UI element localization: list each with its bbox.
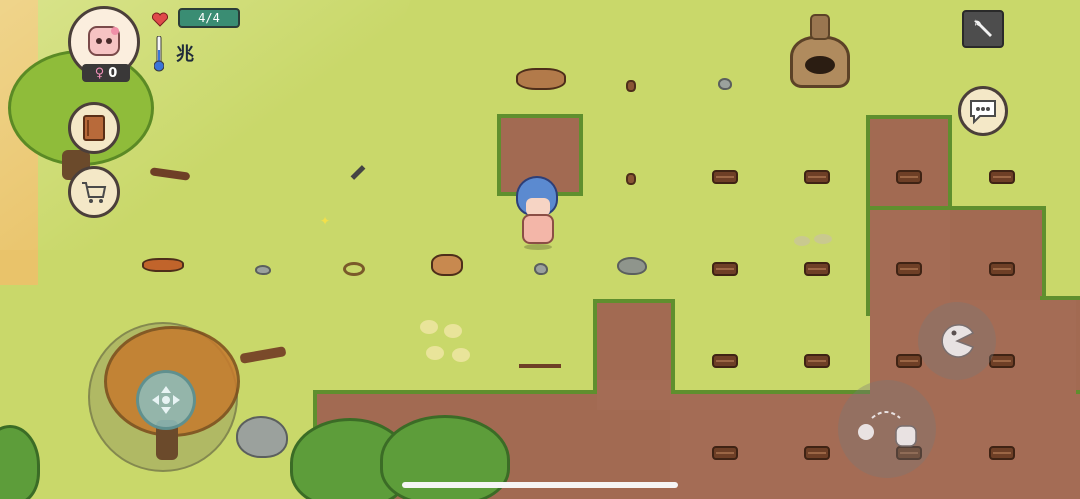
eat-mouth-icon (941, 324, 975, 358)
journal-book-icon (83, 115, 105, 141)
throw-hand-icon (858, 411, 917, 447)
female-count-badge: ♀ 0 (82, 64, 130, 82)
shopping-cart-icon (82, 182, 107, 203)
temperature-text: 兆 (176, 44, 194, 65)
journal-button[interactable] (68, 102, 120, 154)
health-bar: 4/4 (178, 8, 240, 28)
player-character[interactable] (512, 176, 562, 252)
character-portrait-icon (88, 26, 120, 56)
pebble[interactable] (718, 78, 732, 90)
plot[interactable] (896, 170, 922, 184)
plot[interactable] (712, 262, 738, 276)
plot[interactable] (989, 170, 1015, 184)
shop-button[interactable] (68, 166, 120, 218)
wrench-icon (974, 19, 992, 37)
joystick-thumb[interactable] (136, 370, 196, 430)
stick[interactable] (519, 364, 561, 368)
dirt-fill (597, 380, 671, 410)
speech-bubble-icon (970, 100, 996, 125)
dpad-icon (152, 386, 180, 414)
leaf-pile[interactable] (142, 258, 184, 272)
well-pump (810, 14, 830, 40)
plot[interactable] (989, 446, 1015, 460)
plot[interactable] (712, 354, 738, 368)
stone-slab[interactable] (617, 257, 647, 275)
female-count: 0 (108, 65, 118, 81)
boulder[interactable] (236, 416, 288, 458)
butterfly-icon[interactable]: ✦ (320, 214, 330, 228)
pebble[interactable] (255, 265, 271, 275)
interact-button[interactable] (838, 380, 936, 478)
health-text: 4/4 (198, 11, 220, 25)
plot[interactable] (712, 170, 738, 184)
heart-icon (152, 12, 168, 28)
branch[interactable] (239, 346, 287, 364)
eat-button[interactable] (918, 302, 996, 380)
plot[interactable] (989, 262, 1015, 276)
plot[interactable] (804, 354, 830, 368)
basket[interactable] (431, 254, 463, 276)
dirt-fill (870, 210, 950, 310)
plot[interactable] (804, 170, 830, 184)
well-opening (805, 56, 835, 74)
plot[interactable] (896, 262, 922, 276)
settings-button[interactable] (962, 10, 1004, 48)
hammer-tool[interactable] (350, 165, 366, 180)
branch[interactable] (149, 167, 191, 181)
home-indicator[interactable] (402, 482, 678, 488)
nest[interactable] (516, 68, 566, 90)
pebble[interactable] (534, 263, 548, 275)
rope-coil[interactable] (343, 262, 365, 276)
plot[interactable] (712, 446, 738, 460)
plot[interactable] (804, 446, 830, 460)
stepping-stones (420, 320, 480, 364)
female-symbol: ♀ (94, 65, 105, 81)
acorn[interactable] (626, 173, 636, 185)
thermometer-icon (153, 35, 165, 72)
stepping-stones (794, 234, 838, 254)
plot[interactable] (896, 354, 922, 368)
plot[interactable] (804, 262, 830, 276)
bush (0, 425, 40, 499)
game-viewport[interactable]: ✦ ♀ 0 4/4 兆 (0, 0, 1080, 499)
acorn[interactable] (626, 80, 636, 92)
chat-button[interactable] (958, 86, 1008, 136)
